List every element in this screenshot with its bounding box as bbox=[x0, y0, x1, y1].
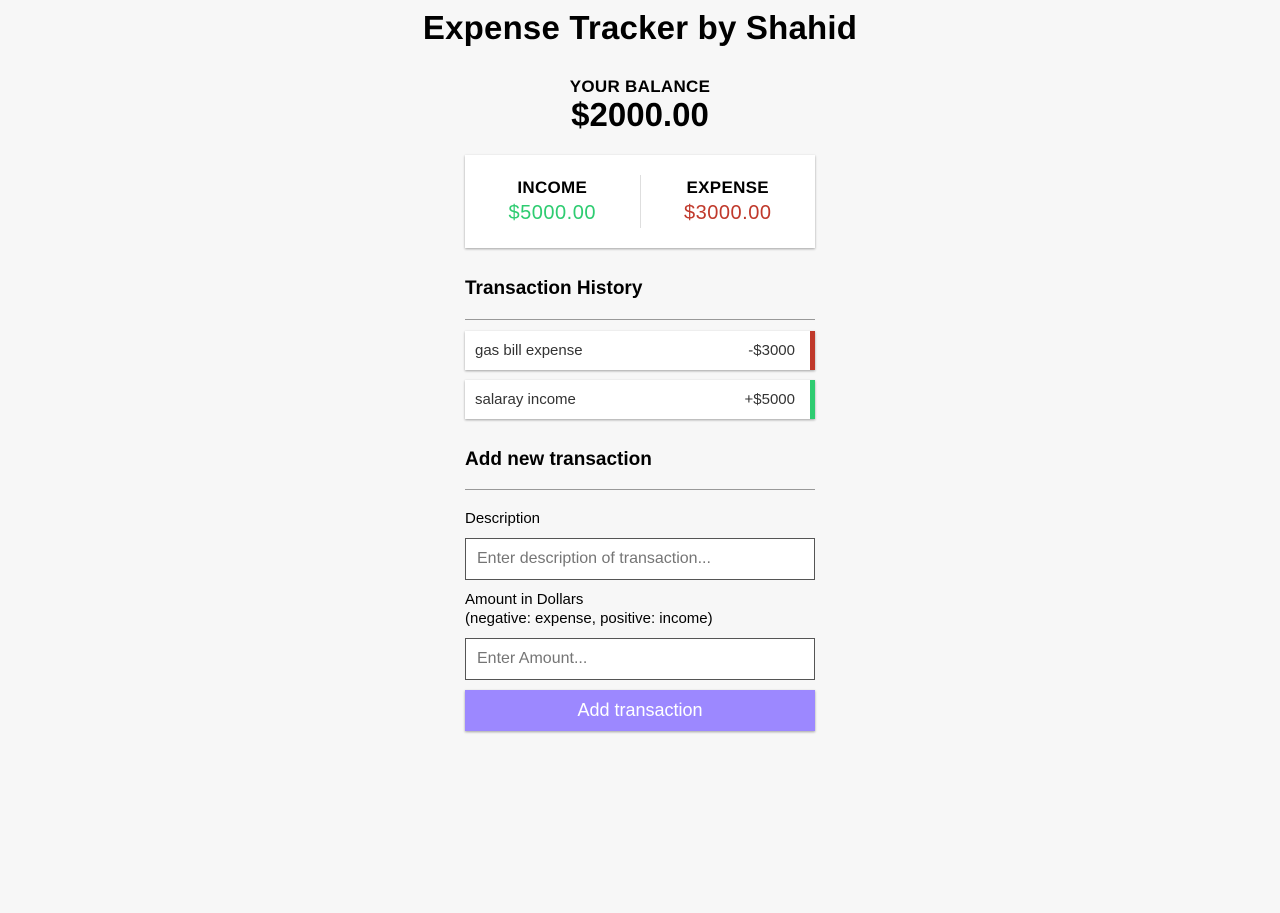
income-label: INCOME bbox=[517, 178, 588, 197]
income-expense-card: INCOME $5000.00 EXPENSE $3000.00 bbox=[465, 155, 815, 248]
transaction-item[interactable]: gas bill expense -$3000 bbox=[465, 331, 815, 370]
description-input[interactable] bbox=[465, 538, 815, 580]
transaction-description: gas bill expense bbox=[475, 342, 583, 359]
expense-value: $3000.00 bbox=[684, 202, 772, 224]
amount-label-hint: (negative: expense, positive: income) bbox=[465, 610, 713, 627]
income-column: INCOME $5000.00 bbox=[465, 178, 640, 225]
expense-label: EXPENSE bbox=[686, 178, 769, 197]
transaction-list: gas bill expense -$3000 salaray income +… bbox=[465, 331, 815, 429]
add-transaction-title: Add new transaction bbox=[465, 449, 652, 470]
description-label: Description bbox=[465, 510, 541, 527]
history-divider bbox=[465, 319, 815, 320]
transaction-history-title: Transaction History bbox=[465, 278, 643, 299]
income-value: $5000.00 bbox=[508, 202, 596, 224]
balance-value: $2000.00 bbox=[571, 96, 709, 133]
transaction-amount: +$5000 bbox=[744, 391, 795, 408]
transaction-description: salaray income bbox=[475, 391, 576, 408]
transaction-item[interactable]: salaray income +$5000 bbox=[465, 380, 815, 419]
add-transaction-button[interactable]: Add transaction bbox=[465, 690, 815, 731]
transaction-amount: -$3000 bbox=[748, 342, 795, 359]
amount-label: Amount in Dollars (negative: expense, po… bbox=[465, 590, 815, 628]
amount-label-line1: Amount in Dollars bbox=[465, 591, 584, 608]
app-title: Expense Tracker by Shahid bbox=[422, 9, 858, 46]
expense-column: EXPENSE $3000.00 bbox=[641, 178, 816, 225]
add-transaction-divider bbox=[465, 489, 815, 490]
balance-label: YOUR BALANCE bbox=[569, 77, 711, 96]
amount-input[interactable] bbox=[465, 638, 815, 680]
